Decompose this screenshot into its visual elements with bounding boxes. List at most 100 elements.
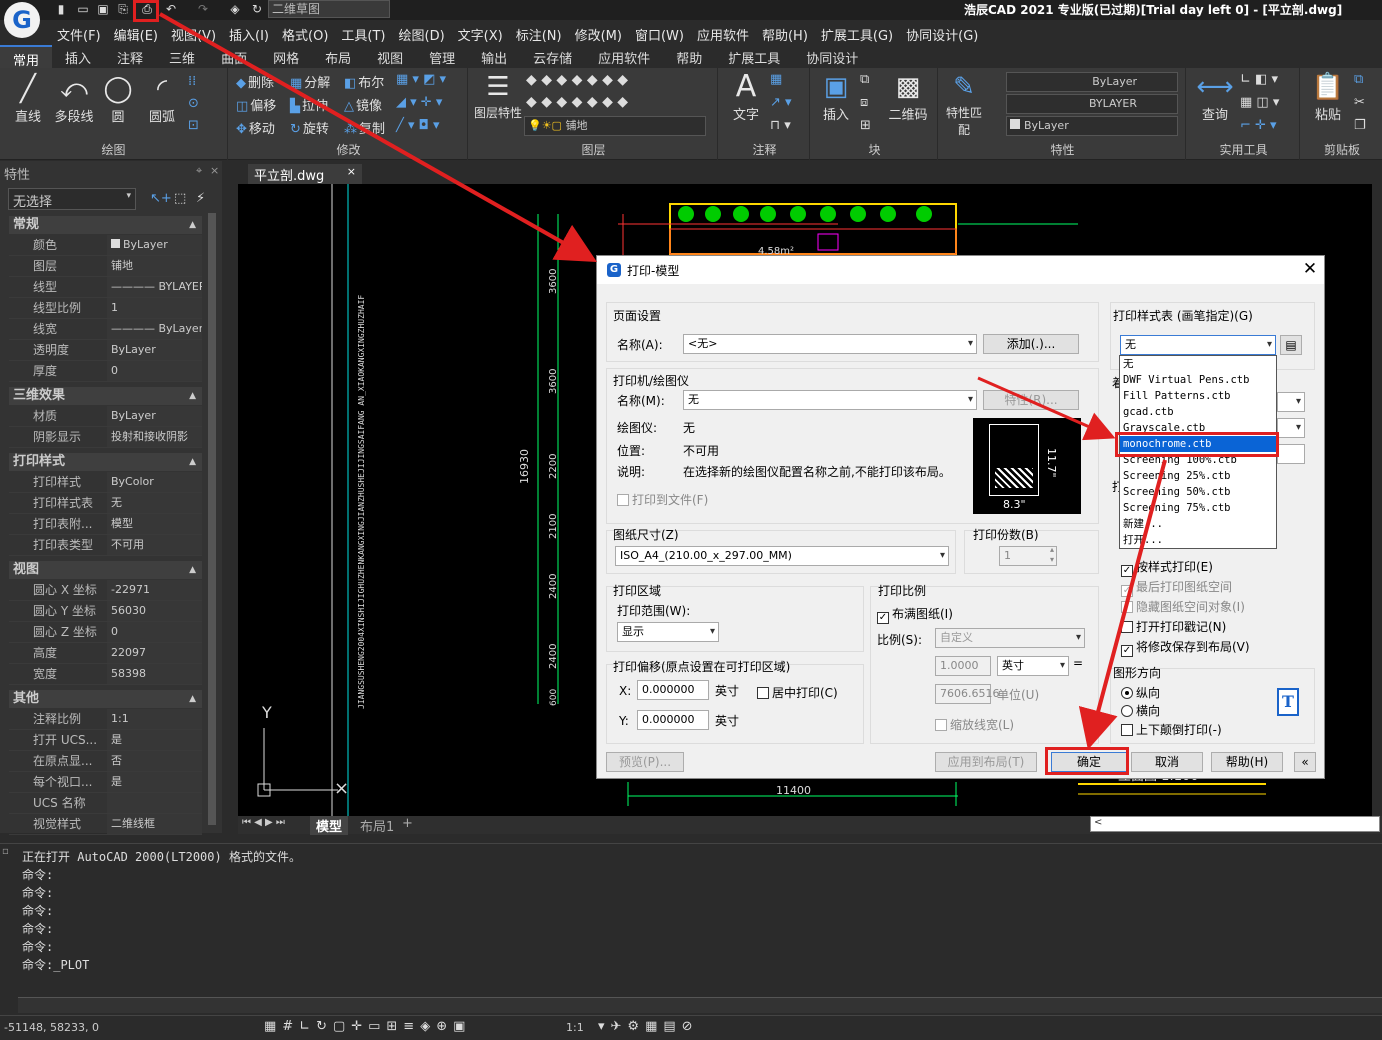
menu-format[interactable]: 格式(O) bbox=[277, 22, 336, 44]
status-tools-icon[interactable]: ▾✈⚙▦▤⊘ bbox=[598, 1019, 699, 1034]
angle-icon[interactable]: ∟ ◧ ▾ bbox=[1240, 72, 1278, 87]
layer-tools-2-icon[interactable]: ◆ ◆ ◆ ◆ ◆ ◆ ◆ bbox=[526, 94, 628, 110]
shaded-viewport-select[interactable]: ▾ bbox=[1277, 392, 1305, 412]
panel-title-clipboard[interactable]: 剪贴板 bbox=[1302, 141, 1382, 158]
array-icon[interactable]: ▦ ▾ ◩ ▾ bbox=[396, 72, 446, 87]
rotate-button[interactable]: ↻ 旋转 bbox=[290, 118, 329, 137]
paste-button[interactable]: 📋 粘贴 bbox=[1308, 72, 1348, 123]
prop-row[interactable]: 高度 22097 bbox=[9, 643, 202, 664]
panel-title-block[interactable]: 块 bbox=[812, 141, 937, 158]
app-logo[interactable]: G bbox=[4, 2, 40, 38]
menu-apps[interactable]: 应用软件 bbox=[692, 22, 757, 44]
prop-row[interactable]: 圆心 Z 坐标 0 bbox=[9, 622, 202, 643]
doc-tab-active[interactable]: 平立剖.dwg × bbox=[248, 164, 362, 184]
menu-file[interactable]: 文件(F) bbox=[52, 22, 109, 44]
dots-icon[interactable]: ⁞⁞ bbox=[188, 74, 196, 89]
polyline-button[interactable]: ⤺ 多段线 bbox=[50, 74, 98, 125]
tab-output[interactable]: 输出 bbox=[468, 45, 520, 68]
section-plot-style[interactable]: 打印样式 ▲ bbox=[9, 453, 202, 471]
copy-base-icon[interactable]: ❐ bbox=[1354, 118, 1366, 133]
plot-style-table-select[interactable]: 无 ▾ bbox=[1120, 335, 1276, 355]
section-general[interactable]: 常规 ▲ bbox=[9, 216, 202, 234]
edit-plot-style-button[interactable]: ▤ bbox=[1280, 335, 1302, 355]
list-item[interactable]: 新建... bbox=[1120, 516, 1276, 532]
tab-apps[interactable]: 应用软件 bbox=[585, 45, 663, 68]
command-close-icon[interactable]: ▫ bbox=[2, 846, 9, 857]
tab-layout[interactable]: 布局 bbox=[312, 45, 364, 68]
list-item[interactable]: 无 bbox=[1120, 356, 1276, 372]
section-view[interactable]: 视图 ▲ bbox=[9, 561, 202, 579]
copies-input[interactable]: 1 ▴ ▾ bbox=[999, 545, 1057, 566]
list-item[interactable]: Screening 75%.ctb bbox=[1120, 500, 1276, 516]
menu-modify[interactable]: 修改(M) bbox=[570, 22, 630, 44]
table-icon[interactable]: ▦ bbox=[770, 72, 782, 87]
calc-icon[interactable]: ▦ ◫ ▾ bbox=[1240, 95, 1279, 110]
list-item[interactable]: 打开... bbox=[1120, 532, 1276, 548]
rectangle-icon[interactable]: ⊡ bbox=[188, 118, 199, 133]
prop-row[interactable]: 线型比例 1 bbox=[9, 298, 202, 319]
qrcode-button[interactable]: ▩ 二维码 bbox=[884, 72, 932, 123]
prop-row[interactable]: 厚度 0 bbox=[9, 361, 202, 382]
menu-insert[interactable]: 插入(I) bbox=[224, 22, 277, 44]
fillet-icon[interactable]: ◢ ▾ ✛ ▾ bbox=[396, 95, 442, 110]
dpi-input[interactable] bbox=[1277, 444, 1305, 464]
leader-icon[interactable]: ↗ ▾ bbox=[770, 95, 792, 110]
printer-select[interactable]: 无 ▾ bbox=[683, 390, 977, 410]
block-attr-icon[interactable]: ⊞ bbox=[860, 118, 871, 133]
fit-to-paper-checkbox[interactable]: ✓ 布满图纸(I) bbox=[877, 605, 953, 624]
panel-title-draw[interactable]: 绘图 bbox=[0, 141, 227, 158]
boolean-button[interactable]: ◧ 布尔 bbox=[344, 72, 384, 91]
apply-to-layout-button[interactable]: 应用到布局(T) bbox=[935, 752, 1037, 772]
copy-button[interactable]: ⁂ 复制 bbox=[344, 118, 385, 137]
save-as-icon[interactable]: ⎘ bbox=[116, 1, 130, 17]
menu-dimension[interactable]: 标注(N) bbox=[511, 22, 570, 44]
section-3d[interactable]: 三维效果 ▲ bbox=[9, 387, 202, 405]
menu-help[interactable]: 帮助(H) bbox=[757, 22, 816, 44]
prop-row[interactable]: 注释比例 1:1 bbox=[9, 709, 202, 730]
menu-tools[interactable]: 工具(T) bbox=[336, 22, 393, 44]
cut-icon[interactable]: ✂ bbox=[1354, 95, 1365, 110]
offset-button[interactable]: ◫ 偏移 bbox=[236, 95, 276, 114]
preview-button[interactable]: 预览(P)... bbox=[606, 752, 684, 772]
offset-y-input[interactable]: 0.000000 bbox=[637, 710, 709, 730]
prop-row[interactable]: 图层 铺地 bbox=[9, 256, 202, 277]
tab-cloud[interactable]: 云存储 bbox=[520, 45, 585, 68]
page-setup-select[interactable]: <无> ▾ bbox=[683, 334, 977, 354]
match-properties-button[interactable]: ✎ 特性匹配 bbox=[944, 72, 984, 138]
selection-filter[interactable]: 无选择 ▾ bbox=[8, 188, 136, 210]
block-create-icon[interactable]: ⧉ bbox=[860, 72, 869, 87]
prop-row[interactable]: 阴影显示 投射和接收阴影 bbox=[9, 427, 202, 448]
select-objects-icon[interactable]: ⬚ bbox=[174, 191, 186, 206]
scale-lineweights-checkbox[interactable]: 缩放线宽(L) bbox=[935, 716, 1014, 733]
scale-inch-input[interactable]: 1.0000 bbox=[935, 656, 991, 676]
quick-select-icon[interactable]: ⚡ bbox=[196, 191, 205, 206]
scale-select[interactable]: 自定义 ▾ bbox=[935, 628, 1085, 648]
close-icon[interactable]: × bbox=[210, 164, 219, 177]
properties-scrollbar[interactable] bbox=[208, 213, 216, 825]
tab-mesh[interactable]: 网格 bbox=[260, 45, 312, 68]
prop-row[interactable]: 视觉样式 二维线框 bbox=[9, 814, 202, 835]
new-file-icon[interactable]: ▮ bbox=[54, 1, 68, 17]
printer-properties-button[interactable]: 特性(R)... bbox=[983, 390, 1079, 410]
open-file-icon[interactable]: ▭ bbox=[76, 1, 90, 17]
ellipse-icon[interactable]: ⊙ bbox=[188, 96, 199, 111]
panel-title-annotation[interactable]: 注释 bbox=[720, 141, 809, 158]
panel-title-utilities[interactable]: 实用工具 bbox=[1188, 141, 1299, 158]
cancel-button[interactable]: 取消 bbox=[1131, 752, 1203, 772]
tab-insert[interactable]: 插入 bbox=[52, 45, 104, 68]
line-button[interactable]: ╱ 直线 bbox=[8, 74, 48, 125]
list-item[interactable]: DWF Virtual Pens.ctb bbox=[1120, 372, 1276, 388]
panel-title-layer[interactable]: 图层 bbox=[470, 141, 717, 158]
tab-surface[interactable]: 曲面 bbox=[208, 45, 260, 68]
list-item[interactable]: Screening 50%.ctb bbox=[1120, 484, 1276, 500]
spinner-icon[interactable]: ▴ ▾ bbox=[1050, 545, 1054, 565]
prop-row[interactable]: 线宽 ———— ByLayer bbox=[9, 319, 202, 340]
erase-button[interactable]: ◆ 删除 bbox=[236, 72, 274, 91]
portrait-radio[interactable]: 纵向 bbox=[1121, 684, 1160, 701]
refresh-icon[interactable]: ↻ bbox=[250, 1, 264, 17]
prop-row[interactable]: UCS 名称 bbox=[9, 793, 202, 814]
menu-edit[interactable]: 编辑(E) bbox=[109, 22, 166, 44]
plot-range-select[interactable]: 显示 ▾ bbox=[617, 622, 719, 642]
offset-x-input[interactable]: 0.000000 bbox=[637, 680, 709, 700]
prop-row[interactable]: 打印样式表无 bbox=[9, 493, 202, 514]
